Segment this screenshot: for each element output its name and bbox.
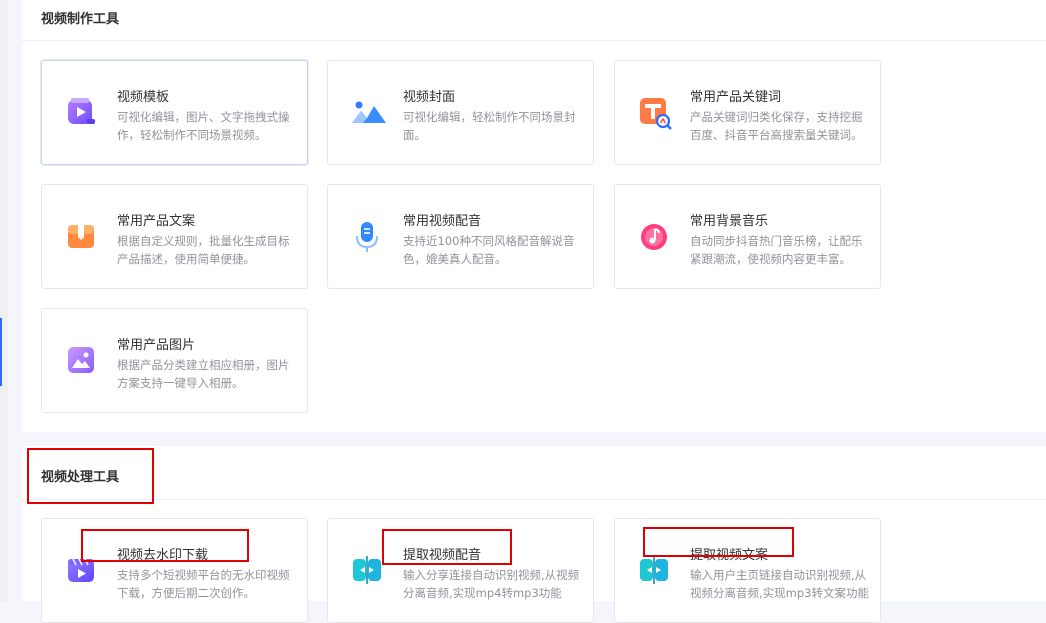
card-description: 产品关键词归类化保存，支持挖掘百度、抖音平台高搜索量关键词。 xyxy=(690,110,863,142)
card-description: 根据产品分类建立相应相册，图片方案支持一键导入相册。 xyxy=(117,358,290,390)
product-box-icon xyxy=(65,220,97,252)
section-divider xyxy=(22,499,1046,500)
section-title: 视频制作工具 xyxy=(41,12,120,27)
card-title: 常用产品关键词 xyxy=(690,90,782,105)
card-video-template[interactable]: 视频模板 可视化编辑，图片、文字拖拽式操作，轻松制作不同场景视频。 xyxy=(41,60,308,165)
extract-audio-icon xyxy=(351,554,383,586)
card-title: 常用产品文案 xyxy=(117,214,196,229)
card-description: 输入分享连接自动识别视频,从视频分离音频,实现mp4转mp3功能 xyxy=(403,568,580,600)
left-sidebar-edge xyxy=(0,0,8,601)
card-title: 视频模板 xyxy=(117,90,170,105)
card-title: 常用产品图片 xyxy=(117,338,196,353)
card-title: 常用背景音乐 xyxy=(690,214,769,229)
card-video-voiceover[interactable]: 常用视频配音 支持近100种不同风格配音解说音色，媲美真人配音。 xyxy=(327,184,594,289)
card-description: 可视化编辑，轻松制作不同场景封面。 xyxy=(403,110,576,142)
music-note-icon xyxy=(638,220,670,252)
card-description: 自动同步抖音热门音乐榜，让配乐紧跟潮流，使视频内容更丰富。 xyxy=(690,234,863,266)
keyword-search-icon xyxy=(638,96,672,130)
highlight-box-section-title xyxy=(27,448,154,504)
section-divider xyxy=(22,40,1046,41)
video-template-icon xyxy=(65,96,97,128)
card-background-music[interactable]: 常用背景音乐 自动同步抖音热门音乐榜，让配乐紧跟潮流，使视频内容更丰富。 xyxy=(614,184,881,289)
extract-text-icon xyxy=(638,554,670,586)
card-product-keywords[interactable]: 常用产品关键词 产品关键词归类化保存，支持挖掘百度、抖音平台高搜索量关键词。 xyxy=(614,60,881,165)
card-description: 可视化编辑，图片、文字拖拽式操作，轻松制作不同场景视频。 xyxy=(117,110,290,142)
card-product-images[interactable]: 常用产品图片 根据产品分类建立相应相册，图片方案支持一键导入相册。 xyxy=(41,308,308,413)
highlight-box-extract-text-title xyxy=(643,527,794,557)
image-album-icon xyxy=(65,344,97,376)
card-description: 支持多个短视频平台的无水印视频下载，方便后期二次创作。 xyxy=(117,568,290,600)
highlight-box-watermark-title xyxy=(81,529,249,562)
card-video-cover[interactable]: 视频封面 可视化编辑，轻松制作不同场景封面。 xyxy=(327,60,594,165)
highlight-box-extract-audio-title xyxy=(382,529,512,565)
video-creation-tools-section: 视频制作工具 视频模板 可视化编辑，图片、文字拖拽式操作，轻松制作不同场景视频。… xyxy=(22,0,1046,432)
sidebar-active-indicator xyxy=(0,318,2,386)
video-processing-tools-section: 视频处理工具 视频去水印下载 支持多个短视频平台的无水印视频下载，方便后期二次创… xyxy=(22,446,1046,623)
microphone-icon xyxy=(351,220,383,252)
card-title: 常用视频配音 xyxy=(403,214,482,229)
card-description: 根据自定义规则，批量化生成目标产品描述，使用简单便捷。 xyxy=(117,234,290,266)
card-title: 视频封面 xyxy=(403,90,456,105)
mountain-cover-icon xyxy=(351,96,386,128)
card-description: 输入用户主页链接自动识别视频,从视频分离音频,实现mp3转文案功能 xyxy=(690,568,869,600)
card-description: 支持近100种不同风格配音解说音色，媲美真人配音。 xyxy=(403,234,575,266)
card-product-copy[interactable]: 常用产品文案 根据自定义规则，批量化生成目标产品描述，使用简单便捷。 xyxy=(41,184,308,289)
